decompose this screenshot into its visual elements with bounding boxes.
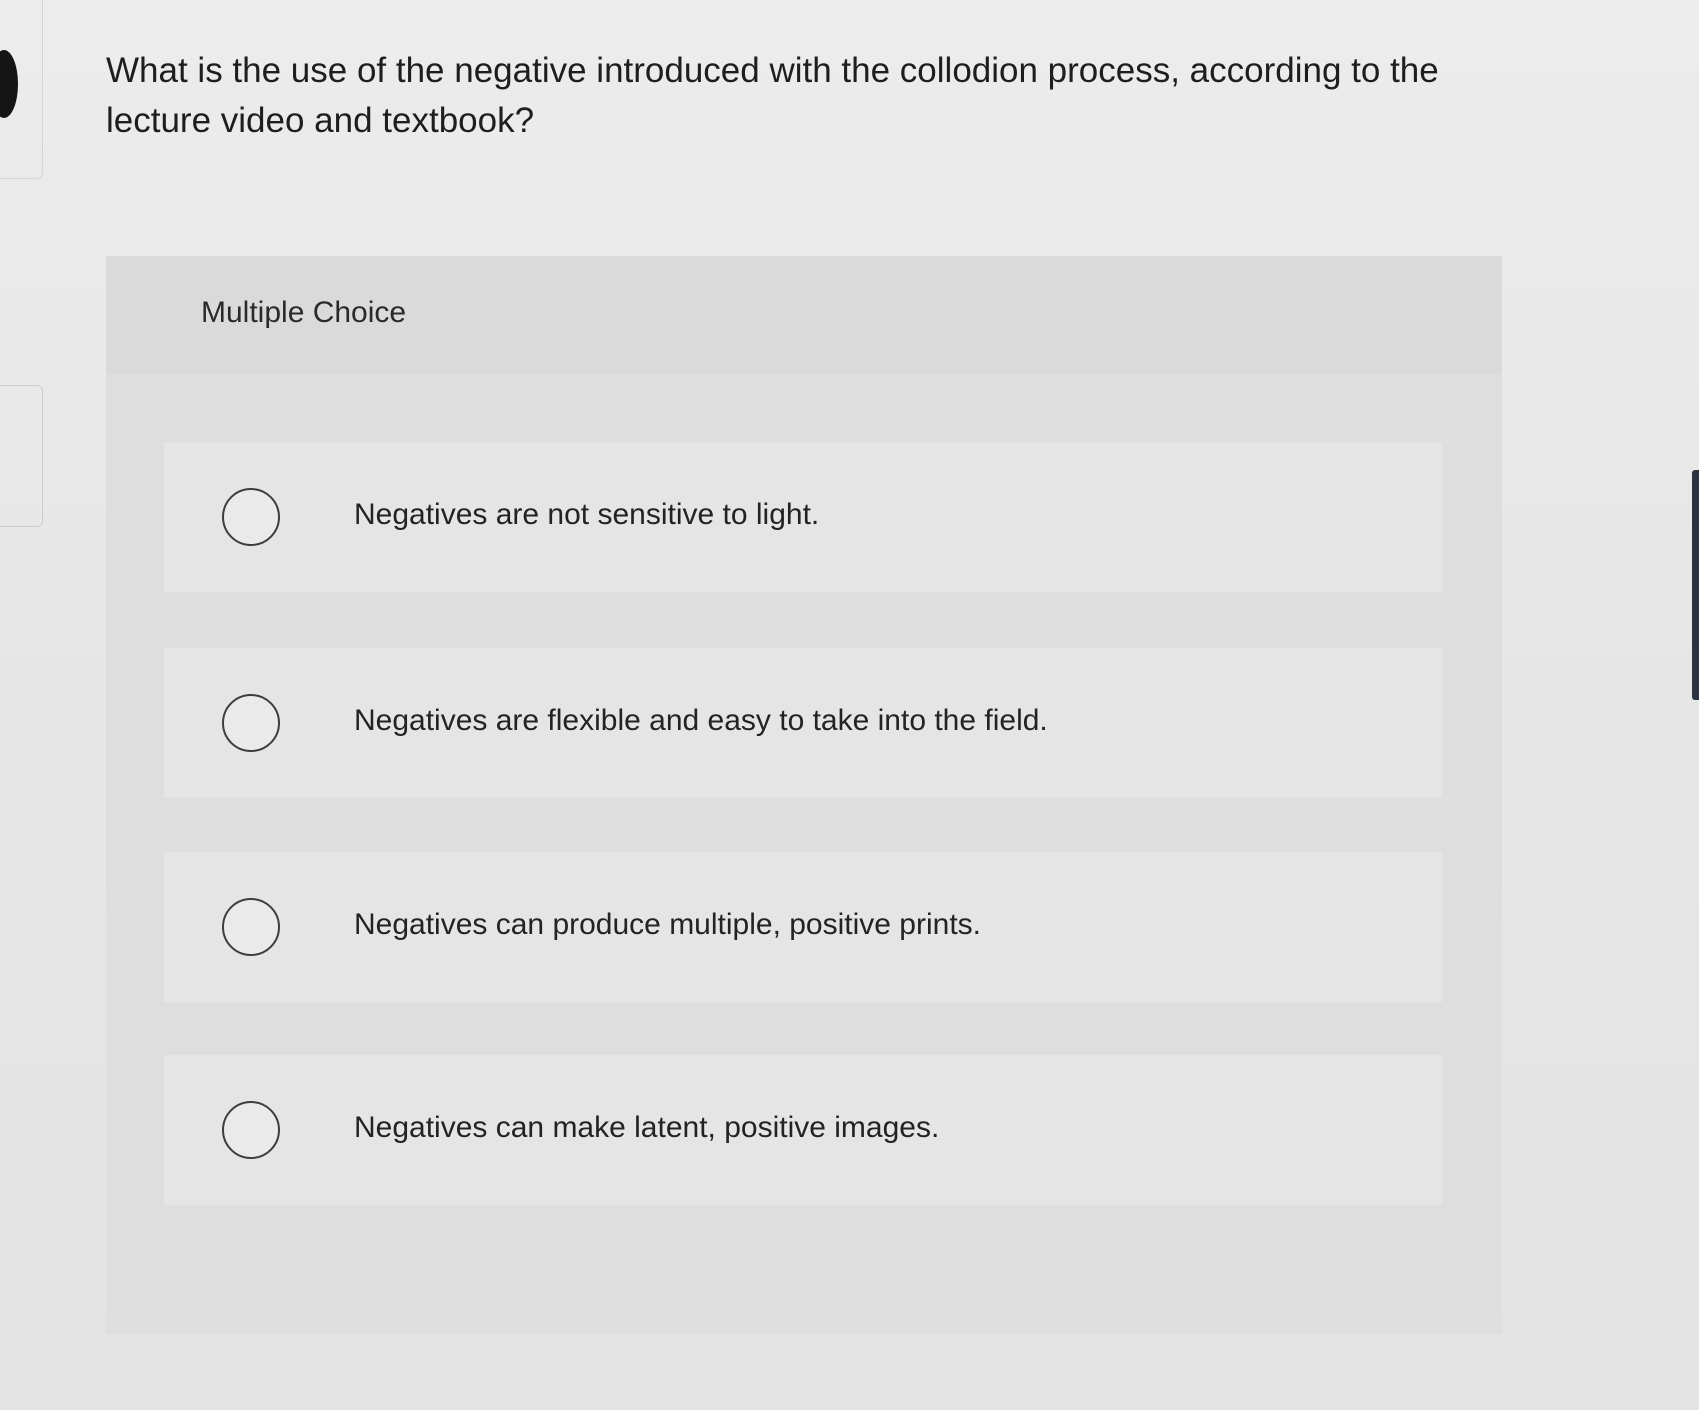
- answer-option-label: Negatives are not sensitive to light.: [354, 498, 820, 531]
- answer-option[interactable]: Negatives are not sensitive to light.: [164, 442, 1442, 592]
- question-type-label: Multiple Choice: [201, 296, 407, 329]
- radio-button[interactable]: [222, 694, 280, 752]
- answer-option[interactable]: Negatives can produce multiple, positive…: [164, 852, 1442, 1002]
- answer-option-label: Negatives can produce multiple, positive…: [354, 908, 981, 941]
- radio-button[interactable]: [222, 898, 280, 956]
- question-text: What is the use of the negative introduc…: [106, 51, 1439, 140]
- side-tab[interactable]: [0, 385, 43, 527]
- scrollbar[interactable]: [1692, 470, 1699, 700]
- answer-option[interactable]: Negatives are flexible and easy to take …: [164, 648, 1442, 798]
- answer-option[interactable]: Negatives can make latent, positive imag…: [164, 1055, 1442, 1205]
- radio-button[interactable]: [222, 488, 280, 546]
- quiz-page: What is the use of the negative introduc…: [0, 0, 1699, 1410]
- answer-option-label: Negatives can make latent, positive imag…: [354, 1111, 940, 1144]
- answer-option-label: Negatives are flexible and easy to take …: [354, 704, 1048, 737]
- radio-button[interactable]: [222, 1101, 280, 1159]
- card-header: Multiple Choice: [106, 256, 1502, 374]
- multiple-choice-card: Multiple Choice Negatives are not sensit…: [106, 256, 1502, 1334]
